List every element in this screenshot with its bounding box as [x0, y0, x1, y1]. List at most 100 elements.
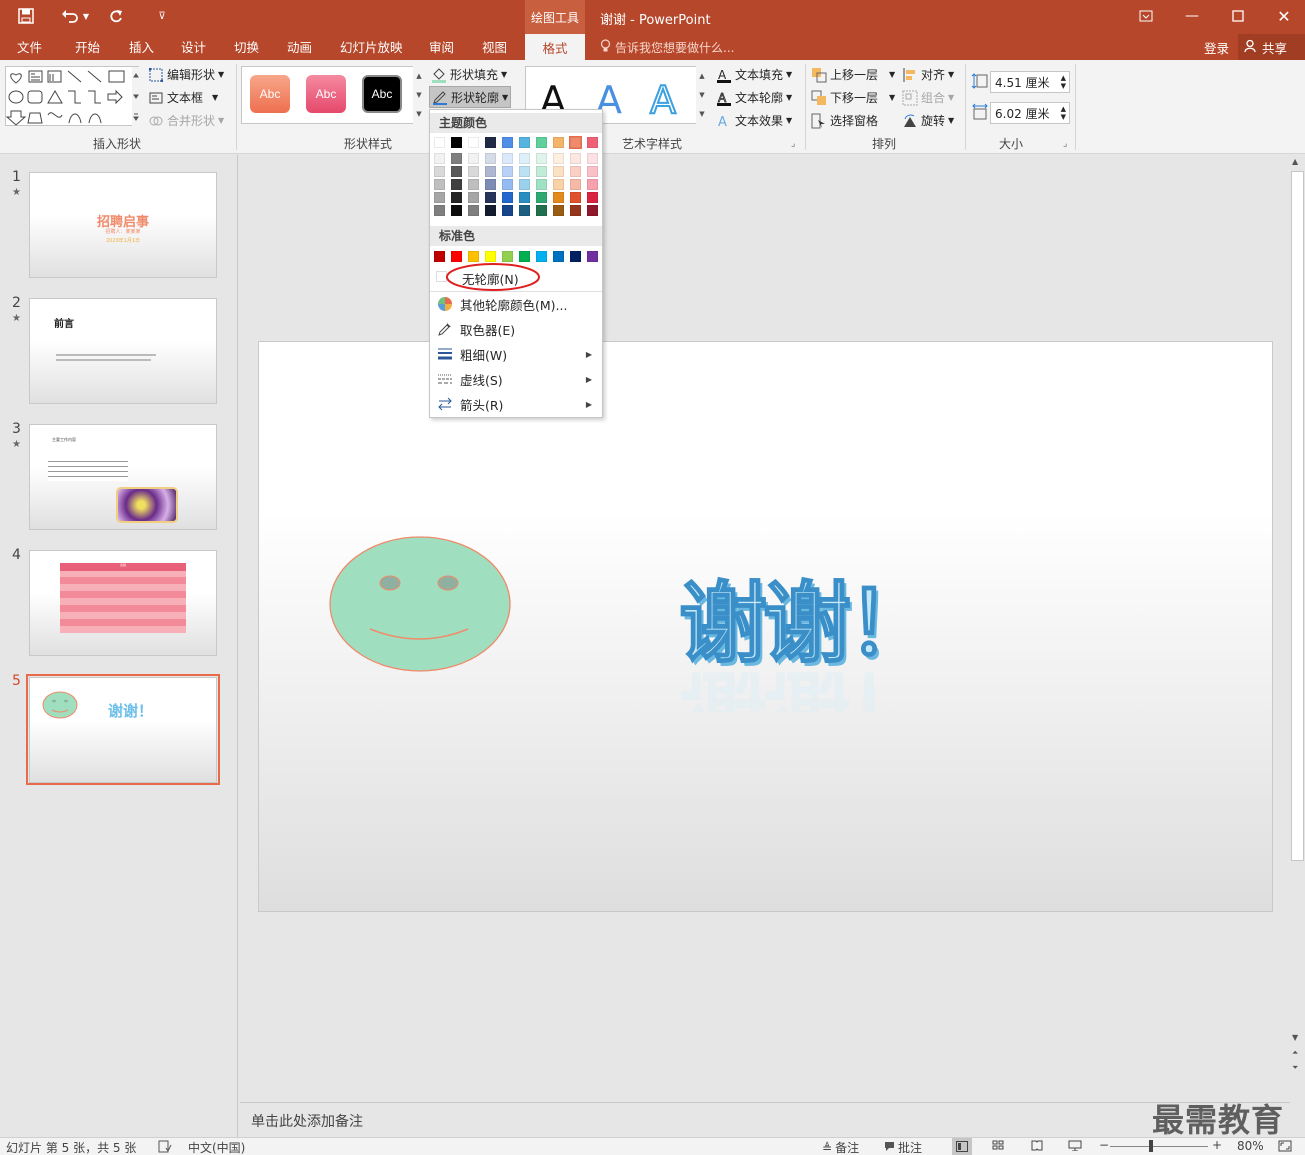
save-icon[interactable]: [14, 6, 38, 26]
theme-color-swatch[interactable]: [519, 137, 530, 148]
tab-review[interactable]: 审阅: [429, 37, 454, 56]
theme-color-swatch[interactable]: [553, 192, 564, 203]
close-icon[interactable]: ✕: [1266, 4, 1302, 28]
theme-color-swatch[interactable]: [536, 179, 547, 190]
theme-color-swatch[interactable]: [569, 136, 582, 149]
scroll-up-icon[interactable]: ▲: [1292, 157, 1298, 166]
login-link[interactable]: 登录: [1204, 38, 1229, 57]
shape-styles-scroll[interactable]: ▲ ▼ ▼: [413, 66, 425, 124]
theme-color-swatch[interactable]: [570, 166, 581, 177]
standard-color-swatch[interactable]: [451, 251, 462, 262]
tab-file[interactable]: 文件: [17, 37, 42, 56]
standard-color-swatch[interactable]: [434, 251, 445, 262]
size-dialog-launcher-icon[interactable]: ⌟: [1063, 139, 1067, 149]
tab-view[interactable]: 视图: [482, 37, 507, 56]
theme-color-swatch[interactable]: [519, 179, 530, 190]
theme-color-swatch[interactable]: [587, 205, 598, 216]
reading-view-icon[interactable]: [1031, 1140, 1043, 1154]
wordart-dialog-launcher-icon[interactable]: ⌟: [791, 139, 795, 149]
theme-color-swatch[interactable]: [519, 153, 530, 164]
theme-color-swatch[interactable]: [502, 205, 513, 216]
theme-color-swatch[interactable]: [451, 166, 462, 177]
theme-color-swatch[interactable]: [553, 205, 564, 216]
tab-format[interactable]: 格式: [525, 34, 585, 60]
send-backward-button[interactable]: 下移一层 ▼: [811, 89, 895, 106]
tab-animations[interactable]: 动画: [287, 37, 312, 56]
slide-thumbnail-4[interactable]: 表格: [29, 550, 217, 656]
theme-color-swatch[interactable]: [485, 192, 496, 203]
theme-color-swatch[interactable]: [468, 192, 479, 203]
theme-color-swatch[interactable]: [468, 179, 479, 190]
theme-color-swatch[interactable]: [587, 192, 598, 203]
theme-color-swatch[interactable]: [485, 179, 496, 190]
undo-icon[interactable]: [58, 6, 82, 26]
weight-item[interactable]: 粗细(W) ▶: [430, 342, 602, 366]
standard-color-swatch[interactable]: [468, 251, 479, 262]
zoom-slider-thumb[interactable]: [1149, 1140, 1153, 1152]
theme-color-swatch[interactable]: [536, 166, 547, 177]
theme-color-swatch[interactable]: [570, 153, 581, 164]
slide-thumbnail-5[interactable]: 谢谢！: [29, 677, 217, 783]
normal-view-icon[interactable]: [952, 1138, 972, 1155]
standard-color-swatch[interactable]: [502, 251, 513, 262]
shape-height-input[interactable]: 4.51 厘米 ▲ ▼: [990, 71, 1070, 93]
notes-pane[interactable]: 单击此处添加备注: [240, 1102, 1290, 1136]
tab-design[interactable]: 设计: [181, 37, 206, 56]
shape-style-orange[interactable]: Abc: [250, 75, 290, 113]
zoom-out-icon[interactable]: −: [1099, 1138, 1109, 1152]
theme-color-swatch[interactable]: [587, 166, 598, 177]
wordart-scroll[interactable]: ▲ ▼ ▼: [696, 66, 708, 124]
zoom-in-icon[interactable]: +: [1212, 1138, 1222, 1152]
theme-color-swatch[interactable]: [468, 137, 479, 148]
bring-forward-button[interactable]: 上移一层 ▼: [811, 66, 895, 83]
tell-me-box[interactable]: 告诉我您想要做什么...: [600, 39, 734, 56]
theme-color-swatch[interactable]: [451, 179, 462, 190]
theme-color-swatch[interactable]: [570, 192, 581, 203]
shape-fill-button[interactable]: 形状填充 ▼: [431, 66, 507, 83]
text-box-button[interactable]: 文本框 ▼: [148, 89, 218, 106]
slide-sorter-icon[interactable]: [992, 1140, 1004, 1154]
shapes-gallery[interactable]: [5, 66, 140, 127]
vertical-scrollbar[interactable]: ▲ ▼ ⏶ ⏷: [1290, 155, 1305, 1083]
theme-color-swatch[interactable]: [536, 205, 547, 216]
zoom-level[interactable]: 80%: [1237, 1139, 1264, 1153]
slide-canvas[interactable]: 谢谢！ 谢谢！: [258, 341, 1273, 912]
theme-color-swatch[interactable]: [553, 179, 564, 190]
theme-color-swatch[interactable]: [451, 153, 462, 164]
theme-color-swatch[interactable]: [434, 166, 445, 177]
wordart-thanks-text[interactable]: 谢谢！: [678, 573, 936, 675]
spellcheck-icon[interactable]: [158, 1140, 172, 1155]
theme-color-swatch[interactable]: [451, 192, 462, 203]
fit-to-window-icon[interactable]: [1278, 1140, 1292, 1155]
edit-shape-button[interactable]: 编辑形状 ▼: [148, 66, 224, 83]
shape-style-black[interactable]: Abc: [362, 75, 402, 113]
theme-color-swatch[interactable]: [502, 166, 513, 177]
text-effect-button[interactable]: A 文本效果 ▼: [716, 112, 792, 129]
standard-color-swatch[interactable]: [536, 251, 547, 262]
theme-color-swatch[interactable]: [502, 192, 513, 203]
zoom-slider-track[interactable]: [1110, 1146, 1208, 1147]
theme-color-swatch[interactable]: [570, 179, 581, 190]
height-spinner[interactable]: ▲ ▼: [1061, 74, 1066, 90]
scroll-thumb[interactable]: [1291, 171, 1304, 861]
theme-color-swatch[interactable]: [434, 205, 445, 216]
theme-color-swatch[interactable]: [519, 205, 530, 216]
standard-color-swatch[interactable]: [485, 251, 496, 262]
text-outline-button[interactable]: A 文本轮廓 ▼: [716, 89, 792, 106]
theme-color-swatch[interactable]: [553, 153, 564, 164]
merge-shapes-button[interactable]: 合并形状 ▼: [148, 112, 224, 129]
maximize-icon[interactable]: [1220, 4, 1256, 28]
theme-color-swatch[interactable]: [553, 137, 564, 148]
tab-slideshow[interactable]: 幻灯片放映: [340, 37, 403, 56]
theme-color-swatch[interactable]: [434, 179, 445, 190]
minimize-icon[interactable]: —: [1174, 4, 1210, 28]
theme-color-swatch[interactable]: [536, 153, 547, 164]
undo-dropdown-icon[interactable]: ▼: [80, 6, 92, 26]
theme-color-swatch[interactable]: [434, 153, 445, 164]
theme-color-swatch[interactable]: [587, 179, 598, 190]
smiley-face-shape[interactable]: [328, 535, 512, 675]
language-indicator[interactable]: 中文(中国): [188, 1139, 245, 1155]
standard-color-swatch[interactable]: [570, 251, 581, 262]
theme-color-swatch[interactable]: [485, 166, 496, 177]
theme-color-swatch[interactable]: [485, 137, 496, 148]
